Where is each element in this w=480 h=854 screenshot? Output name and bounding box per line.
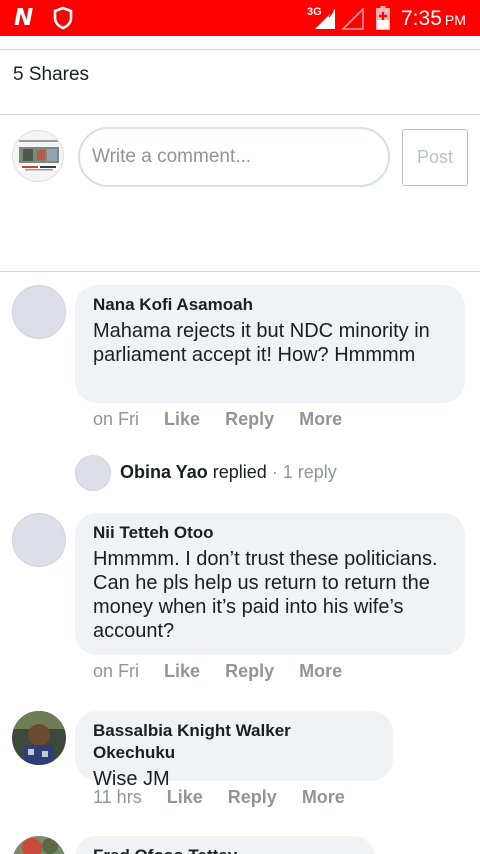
reply-count: · 1 reply bbox=[266, 462, 337, 482]
more-button[interactable]: More bbox=[299, 661, 342, 681]
divider-comments bbox=[0, 271, 480, 272]
comment-bubble: Bassalbia Knight Walker Okechuku Wise JM bbox=[75, 711, 393, 790]
like-button[interactable]: Like bbox=[164, 661, 200, 681]
comment-text: Hmmmm. I don’t trust these politicians. … bbox=[93, 548, 438, 642]
divider-top bbox=[0, 49, 480, 50]
comment-bubble: Nii Tetteh Otoo Hmmmm. I don’t trust the… bbox=[75, 513, 465, 655]
clock-ampm: PM bbox=[444, 12, 466, 28]
like-button[interactable]: Like bbox=[167, 787, 203, 807]
commenter-avatar[interactable] bbox=[12, 513, 66, 567]
comment-bubble: Nana Kofi Asamoah Mahama rejects it but … bbox=[75, 285, 465, 403]
commenter-avatar[interactable] bbox=[12, 711, 66, 765]
commenter-name[interactable]: Fred Ofoso Tettey bbox=[93, 845, 357, 854]
replier-name: Obina Yao bbox=[120, 462, 208, 482]
page-avatar bbox=[12, 130, 64, 182]
commenter-avatar[interactable] bbox=[12, 836, 66, 854]
clock: 7:35 PM bbox=[401, 7, 466, 31]
replier-avatar bbox=[75, 455, 111, 491]
comment-actions: on Fri Like Reply More bbox=[93, 409, 342, 430]
shield-icon bbox=[53, 6, 73, 30]
reply-summary-text: Obina Yao replied · 1 reply bbox=[120, 462, 337, 483]
comment-actions: 11 hrs Like Reply More bbox=[93, 787, 345, 808]
reply-button[interactable]: Reply bbox=[225, 661, 274, 681]
clock-time: 7:35 bbox=[401, 7, 442, 30]
commenter-name[interactable]: Bassalbia Knight Walker Okechuku bbox=[93, 720, 375, 764]
reply-button[interactable]: Reply bbox=[225, 409, 274, 429]
comment-timestamp[interactable]: on Fri bbox=[93, 661, 139, 681]
battery-charging-icon bbox=[376, 6, 390, 30]
more-button[interactable]: More bbox=[299, 409, 342, 429]
replied-verb: replied bbox=[212, 462, 267, 482]
comment-actions: on Fri Like Reply More bbox=[93, 661, 342, 682]
signal-icon bbox=[315, 9, 335, 29]
divider-shares bbox=[0, 114, 480, 115]
more-button[interactable]: More bbox=[302, 787, 345, 807]
news-app-icon: N bbox=[14, 5, 34, 31]
signal-empty-icon bbox=[341, 8, 364, 30]
post-button[interactable]: Post bbox=[402, 129, 468, 186]
commenter-avatar[interactable] bbox=[12, 285, 66, 339]
commenter-name[interactable]: Nii Tetteh Otoo bbox=[93, 522, 447, 544]
like-button[interactable]: Like bbox=[164, 409, 200, 429]
status-bar: N 3G 7:35 PM bbox=[0, 0, 480, 36]
commenter-name[interactable]: Nana Kofi Asamoah bbox=[93, 294, 447, 316]
comment-bubble: Fred Ofoso Tettey bbox=[75, 836, 375, 854]
comment-timestamp[interactable]: 11 hrs bbox=[93, 787, 142, 807]
comment-input[interactable] bbox=[78, 127, 390, 187]
shares-count[interactable]: 5 Shares bbox=[13, 64, 89, 86]
comment-text: Mahama rejects it but NDC minority in pa… bbox=[93, 320, 430, 366]
reply-button[interactable]: Reply bbox=[228, 787, 277, 807]
comment-timestamp[interactable]: on Fri bbox=[93, 409, 139, 429]
